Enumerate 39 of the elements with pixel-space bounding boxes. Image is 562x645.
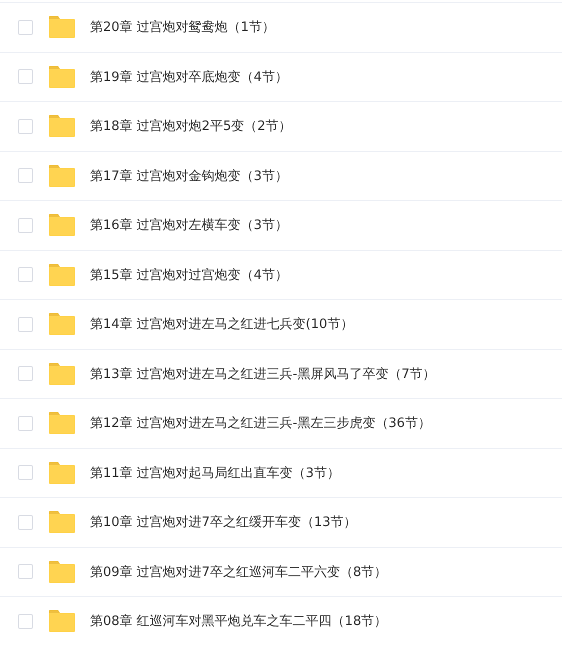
chapter-title[interactable]: 第20章 过宫炮对鸳鸯炮（1节） (90, 18, 275, 36)
folder-icon (48, 114, 76, 138)
folder-icon (48, 15, 76, 40)
chapter-title[interactable]: 第12章 过宫炮对进左马之红进三兵-黑左三步虎变（36节） (90, 414, 431, 432)
checkbox[interactable] (18, 564, 33, 580)
chapter-title[interactable]: 第15章 过宫炮对过宫炮变（4节） (90, 266, 288, 284)
folder-icon (48, 312, 76, 336)
checkbox[interactable] (18, 168, 33, 184)
chapter-title[interactable]: 第16章 过宫炮对左横车变（3节） (90, 216, 288, 234)
folder-icon (48, 64, 76, 89)
folder-icon (48, 411, 76, 436)
chapter-title[interactable]: 第13章 过宫炮对进左马之红进三兵-黑屏风马了卒变（7节） (90, 364, 436, 383)
folder-icon (48, 362, 76, 386)
folder-icon (48, 164, 76, 188)
chapter-title[interactable]: 第18章 过宫炮对炮2平5变（2节） (90, 117, 292, 136)
chapter-title[interactable]: 第09章 过宫炮对进7卒之红巡河车二平六变（8节） (90, 562, 388, 581)
chapter-title[interactable]: 第17章 过宫炮对金钩炮变（3节） (90, 166, 288, 185)
checkbox[interactable] (18, 267, 33, 282)
checkbox[interactable] (18, 20, 33, 35)
chapter-title[interactable]: 第14章 过宫炮对进左马之红进七兵变(10节） (90, 315, 354, 334)
chapter-title[interactable]: 第11章 过宫炮对起马局红出直车变（3节） (90, 464, 340, 482)
folder-icon (48, 510, 76, 534)
chapter-title[interactable]: 第10章 过宫炮对进7卒之红缓开车变（13节） (90, 513, 356, 532)
checkbox[interactable] (18, 366, 33, 382)
folder-icon (48, 262, 76, 287)
checkbox[interactable] (18, 118, 33, 134)
folder-icon (48, 609, 76, 634)
checkbox[interactable] (18, 514, 33, 530)
checkbox[interactable] (18, 416, 33, 431)
checkbox[interactable] (18, 465, 33, 480)
chapter-title[interactable]: 第08章 红巡河车对黑平炮兑车之车二平四（18节） (90, 612, 388, 630)
folder-icon (48, 460, 76, 485)
checkbox[interactable] (18, 614, 33, 629)
checkbox[interactable] (18, 316, 33, 332)
checkbox[interactable] (18, 218, 33, 233)
folder-icon (48, 213, 76, 238)
chapter-title[interactable]: 第19章 过宫炮对卒底炮变（4节） (90, 68, 288, 86)
folder-icon (48, 560, 76, 584)
checkbox[interactable] (18, 69, 33, 84)
